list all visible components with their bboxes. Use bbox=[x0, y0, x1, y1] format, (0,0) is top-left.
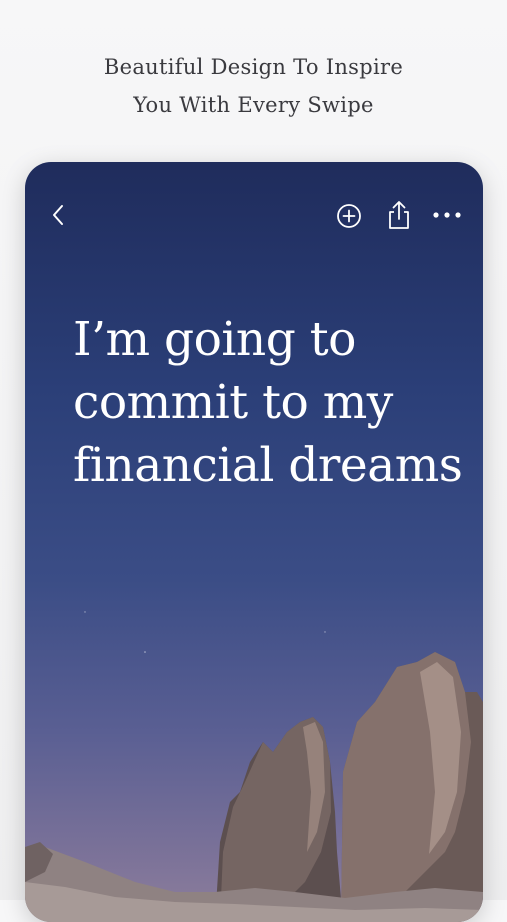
mountain-background bbox=[25, 611, 483, 922]
share-icon[interactable] bbox=[383, 198, 415, 232]
caption-line-1: Beautiful Design To Inspire bbox=[103, 55, 404, 79]
plus-circle-icon[interactable] bbox=[334, 201, 364, 231]
quote-text: I’m going to commit to my financial drea… bbox=[73, 312, 463, 493]
card-toolbar bbox=[25, 162, 483, 266]
promo-caption: Beautiful Design To Inspire You With Eve… bbox=[0, 48, 507, 124]
caption-line-2: You With Every Swipe bbox=[133, 93, 374, 117]
quote-card[interactable]: I’m going to commit to my financial drea… bbox=[25, 162, 483, 922]
chevron-left-icon[interactable] bbox=[45, 200, 71, 230]
more-horizontal-icon[interactable] bbox=[430, 206, 464, 224]
